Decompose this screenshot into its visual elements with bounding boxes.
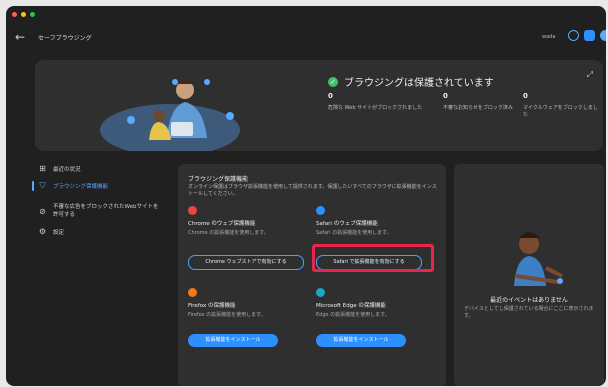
firefox-section: Firefox の保護機能 Firefox の拡張機能を使用します。 [188, 288, 308, 318]
sidebar-item-label: ブラウジング保護機能 [53, 184, 109, 190]
family-illustration [100, 79, 240, 151]
sidebar-item-label: 設定 [53, 229, 65, 236]
check-icon: ✓ [328, 76, 338, 87]
card-title: ブラウジング保護機能 [188, 176, 249, 183]
protection-status-panel: ✓ ブラウジングは保護されています 0 危険な Web サイトがブロックされまし… [35, 60, 603, 151]
safari-icon [316, 206, 325, 215]
no-events-description: デバイスとしてし保護されている場合にここに表示されます。 [464, 306, 594, 319]
sidebar-item-browsing-protection[interactable]: ⛉ ブラウジング保護機能 [32, 181, 172, 191]
stat-value: 0 [328, 92, 333, 100]
back-arrow-icon[interactable]: ← [15, 30, 25, 44]
stat-blocked-malware: 0 マイクルウェアをブロックしました [523, 92, 601, 118]
browser-name: Microsoft Edge の保護機能 [316, 303, 386, 309]
page-title: セーフブラウジング [38, 35, 92, 42]
expand-icon[interactable]: ⤢ [587, 70, 593, 80]
edge-section: Microsoft Edge の保護機能 Edge の拡張機能を使用します。 [316, 288, 436, 318]
browser-description: Safari の拡張機能を使用します。 [316, 230, 392, 236]
top-bar: ← セーフブラウジング wada [6, 24, 606, 54]
browser-name: Firefox の保護機能 [188, 303, 236, 309]
protection-status: ✓ ブラウジングは保護されています [328, 74, 494, 89]
account-icon[interactable] [600, 30, 606, 41]
chrome-enable-button[interactable]: Chrome ウェブストアで有効にする [188, 255, 304, 270]
browser-description: Edge の拡張機能を使用します。 [316, 312, 390, 318]
stat-label: マイクルウェアをブロックしました [523, 105, 598, 118]
stat-label: 不審なお知らせをブロック済み [443, 105, 513, 111]
edge-install-button[interactable]: 拡張機能をインストール [316, 334, 406, 347]
sidebar: ⊞ 最近の状況 ⛉ ブラウジング保護機能 ⊘ 不審な広告をブロックされたWebサ… [32, 164, 172, 244]
block-icon: ⊘ [39, 206, 46, 216]
window-controls [12, 12, 35, 17]
stat-label: 危険な Web サイトがブロックされました [328, 105, 423, 111]
person-illustration [514, 232, 563, 286]
sidebar-item-allowed-sites[interactable]: ⊘ 不審な広告をブロックされたWebサイトを許可する [32, 203, 172, 219]
gear-icon: ⚙ [38, 227, 47, 236]
chrome-section: Chrome のウェブ保護機能 Chrome の拡張機能を使用します。 [188, 206, 308, 236]
close-window-button[interactable] [12, 12, 17, 17]
browser-description: Firefox の拡張機能を使用します。 [188, 312, 266, 318]
browser-description: Chrome の拡張機能を使用します。 [188, 230, 269, 236]
app-window: ← セーフブラウジング wada ✓ ブラウジングは保護されています 0 危険な… [6, 6, 606, 386]
sidebar-item-label: 最近の状況 [53, 166, 81, 173]
browsing-protection-card: ブラウジング保護機能 オンライン保護はブラウザ拡張機能を使用して提供されます。保… [178, 164, 446, 386]
safari-section: Safari のウェブ保護機能 Safari の拡張機能を使用します。 [316, 206, 436, 236]
user-name[interactable]: wada [542, 34, 555, 40]
browser-name: Safari のウェブ保護機能 [316, 221, 378, 227]
firefox-icon [188, 288, 197, 297]
recent-events-card: 最近のイベントはありません デバイスとしてし保護されている場合にここに表示されま… [454, 164, 604, 386]
support-icon[interactable] [568, 30, 579, 41]
sidebar-item-label: 不審な広告をブロックされたWebサイトを許可する [53, 204, 159, 218]
shield-icon: ⛉ [39, 181, 46, 190]
chrome-icon [188, 206, 197, 215]
minimize-window-button[interactable] [21, 12, 26, 17]
notifications-icon[interactable] [584, 30, 595, 41]
sidebar-item-recent[interactable]: ⊞ 最近の状況 [32, 164, 172, 173]
protection-status-text: ブラウジングは保護されています [344, 78, 494, 89]
firefox-install-button[interactable]: 拡張機能をインストール [188, 334, 278, 347]
chart-icon: ⊞ [39, 164, 46, 173]
stat-value: 0 [523, 92, 528, 100]
browser-name: Chrome のウェブ保護機能 [188, 221, 256, 227]
card-description: オンライン保護はブラウザ拡張機能を使用して提供されます。保護したいすべてのブラウ… [188, 184, 437, 197]
zoom-window-button[interactable] [30, 12, 35, 17]
highlight-box [312, 244, 434, 272]
no-events-title: 最近のイベントはありません [490, 297, 568, 304]
sidebar-item-settings[interactable]: ⚙ 設定 [32, 227, 172, 236]
edge-icon [316, 288, 325, 297]
stat-blocked-sites: 0 危険な Web サイトがブロックされました [328, 92, 438, 111]
